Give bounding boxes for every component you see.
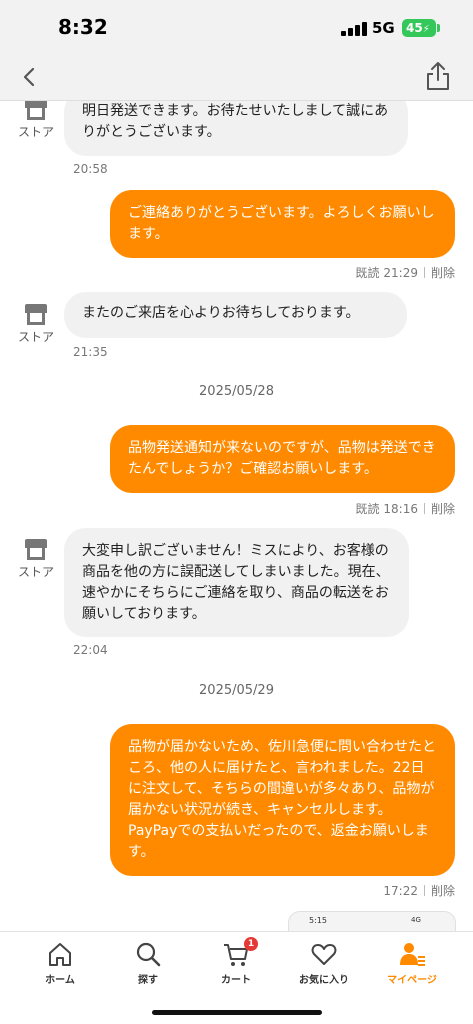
tab-label: マイページ	[387, 975, 437, 986]
heart-icon	[311, 944, 337, 965]
battery-level: 45	[406, 21, 423, 35]
tab-home[interactable]: ホーム	[16, 938, 104, 990]
message-time: 17:22	[383, 884, 418, 898]
tab-label: ホーム	[45, 975, 75, 986]
message-meta: 既読 18:16 削除	[356, 500, 455, 517]
search-icon	[136, 942, 161, 967]
battery-icon: 45⚡	[402, 19, 436, 37]
mypage-icon	[400, 943, 425, 966]
tab-mypage[interactable]: マイページ	[368, 938, 456, 990]
message-time: 21:35	[73, 345, 108, 359]
store-avatar[interactable]: ストア	[16, 304, 56, 348]
thumbnail-time: 5:15	[309, 916, 327, 925]
chevron-left-icon	[23, 67, 35, 87]
date-separator: 2025/05/28	[199, 384, 274, 399]
read-label: 既読	[355, 502, 380, 516]
image-attachment[interactable]: 5:15 4G	[288, 911, 456, 931]
delete-link[interactable]: 削除	[431, 884, 455, 898]
store-icon	[25, 304, 47, 313]
store-label: ストア	[17, 565, 54, 579]
delete-link[interactable]: 削除	[431, 502, 455, 516]
message-time: 20:58	[73, 162, 108, 176]
read-label: 既読	[355, 266, 380, 280]
tab-search[interactable]: 探す	[104, 938, 192, 990]
home-icon	[49, 943, 71, 966]
home-indicator	[152, 1010, 322, 1015]
back-button[interactable]	[14, 62, 44, 92]
message-meta: 17:22 削除	[383, 882, 455, 899]
share-button[interactable]	[424, 60, 452, 92]
status-time: 8:32	[58, 15, 108, 39]
tab-cart[interactable]: 1 カート	[192, 937, 280, 990]
tab-label: 探す	[138, 975, 158, 986]
signal-icon	[341, 22, 367, 36]
thumbnail-status: 4G	[411, 916, 421, 924]
store-label: ストア	[17, 330, 54, 344]
store-label: ストア	[17, 125, 54, 139]
message-incoming: またのご来店を心よりお待ちしております。	[64, 292, 407, 338]
message-time: 21:29	[383, 266, 418, 280]
share-icon	[427, 62, 449, 90]
network-type: 5G	[372, 19, 395, 37]
message-incoming: 大変申し訳ございません！ミスにより、お客様の商品を他の方に誤配送してしまいました…	[64, 528, 409, 637]
message-incoming: 明日発送できます。お待たせいたしまして誠にありがとうございます。	[64, 101, 408, 156]
tab-label: カート	[221, 975, 251, 986]
message-outgoing: 品物が届かないため、佐川急便に問い合わせたところ、他の人に届けたと、言われました…	[110, 724, 455, 876]
tab-favorites[interactable]: お気に入り	[280, 938, 368, 990]
date-separator: 2025/05/29	[199, 683, 274, 698]
status-bar: 8:32 5G 45⚡	[0, 0, 473, 56]
store-icon	[25, 101, 47, 108]
message-time: 18:16	[383, 502, 418, 516]
cart-badge: 1	[244, 937, 258, 951]
message-meta: 既読 21:29 削除	[356, 264, 455, 281]
battery-tip	[437, 24, 440, 32]
store-avatar[interactable]: ストア	[16, 101, 56, 143]
store-icon	[25, 539, 47, 548]
message-outgoing: ご連絡ありがとうございます。よろしくお願いします。	[110, 190, 455, 258]
tab-label: お気に入り	[299, 975, 349, 986]
message-outgoing: 品物発送通知が来ないのですが、品物は発送できたんでしょうか？ご確認お願いします。	[110, 425, 455, 493]
chat-area[interactable]: ストア 明日発送できます。お待たせいたしまして誠にありがとうございます。 20:…	[0, 101, 473, 931]
delete-link[interactable]: 削除	[431, 266, 455, 280]
message-time: 22:04	[73, 643, 108, 657]
nav-bar	[0, 56, 473, 101]
store-avatar[interactable]: ストア	[16, 539, 56, 583]
